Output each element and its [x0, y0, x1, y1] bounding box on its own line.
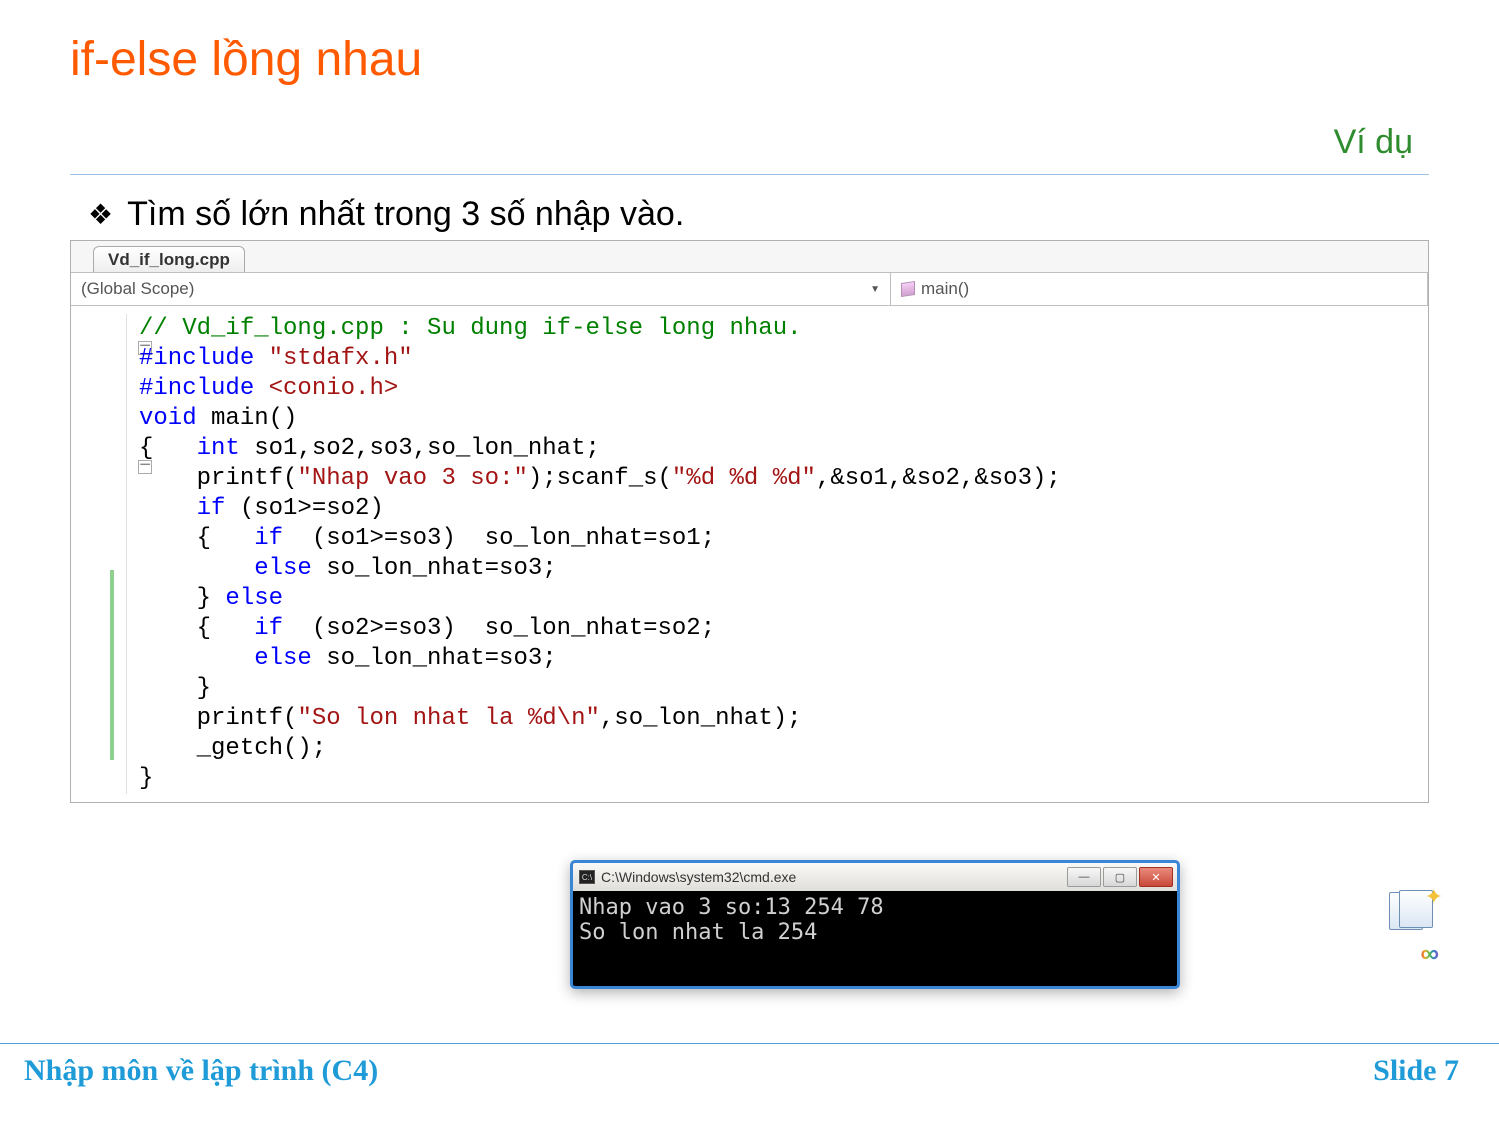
maximize-button[interactable]: ▢	[1103, 867, 1137, 887]
scope-left-label: (Global Scope)	[81, 279, 194, 299]
footer-left: Nhập môn về lập trình (C4)	[24, 1054, 378, 1088]
code-editor[interactable]: − − // Vd_if_long.cpp : Su dung if-else …	[71, 306, 1428, 802]
ide-window: Vd_if_long.cpp (Global Scope) ▼ main() −…	[70, 240, 1429, 803]
scope-dropdown-left[interactable]: (Global Scope) ▼	[71, 273, 891, 305]
scope-dropdown-right[interactable]: main()	[891, 273, 1428, 305]
bullet-icon: ❖	[88, 198, 113, 231]
close-button[interactable]: ✕	[1139, 867, 1173, 887]
file-tab[interactable]: Vd_if_long.cpp	[93, 246, 245, 272]
chevron-down-icon: ▼	[870, 284, 880, 295]
console-window: C:\ C:\Windows\system32\cmd.exe — ▢ ✕ Nh…	[570, 860, 1180, 989]
tab-bar: Vd_if_long.cpp	[71, 241, 1428, 273]
bullet-text: Tìm số lớn nhất trong 3 số nhập vào.	[127, 195, 684, 234]
console-titlebar[interactable]: C:\ C:\Windows\system32\cmd.exe — ▢ ✕	[573, 863, 1177, 891]
change-marker	[110, 570, 114, 760]
scope-right-label: main()	[921, 279, 969, 299]
bullet-item: ❖ Tìm số lớn nhất trong 3 số nhập vào.	[88, 195, 1429, 234]
minimize-button[interactable]: —	[1067, 867, 1101, 887]
slide-title: if-else lồng nhau	[70, 32, 1429, 87]
corner-icons: ✦ ∞	[1385, 890, 1439, 969]
console-output: Nhap vao 3 so:13 254 78 So lon nhat la 2…	[573, 891, 1177, 986]
visual-studio-icon: ∞	[1420, 938, 1439, 969]
footer-right: Slide 7	[1373, 1054, 1459, 1088]
console-title: C:\Windows\system32\cmd.exe	[601, 869, 796, 885]
fold-gutter[interactable]: − −	[71, 314, 127, 794]
code-lines: // Vd_if_long.cpp : Su dung if-else long…	[127, 314, 1061, 794]
new-class-icon[interactable]: ✦	[1385, 890, 1439, 932]
divider	[70, 174, 1429, 175]
method-icon	[901, 281, 915, 297]
slide-subtitle: Ví dụ	[70, 123, 1413, 162]
cmd-icon: C:\	[579, 870, 595, 884]
scope-bar: (Global Scope) ▼ main()	[71, 273, 1428, 306]
slide-footer: Nhập môn về lập trình (C4) Slide 7	[0, 1043, 1499, 1088]
